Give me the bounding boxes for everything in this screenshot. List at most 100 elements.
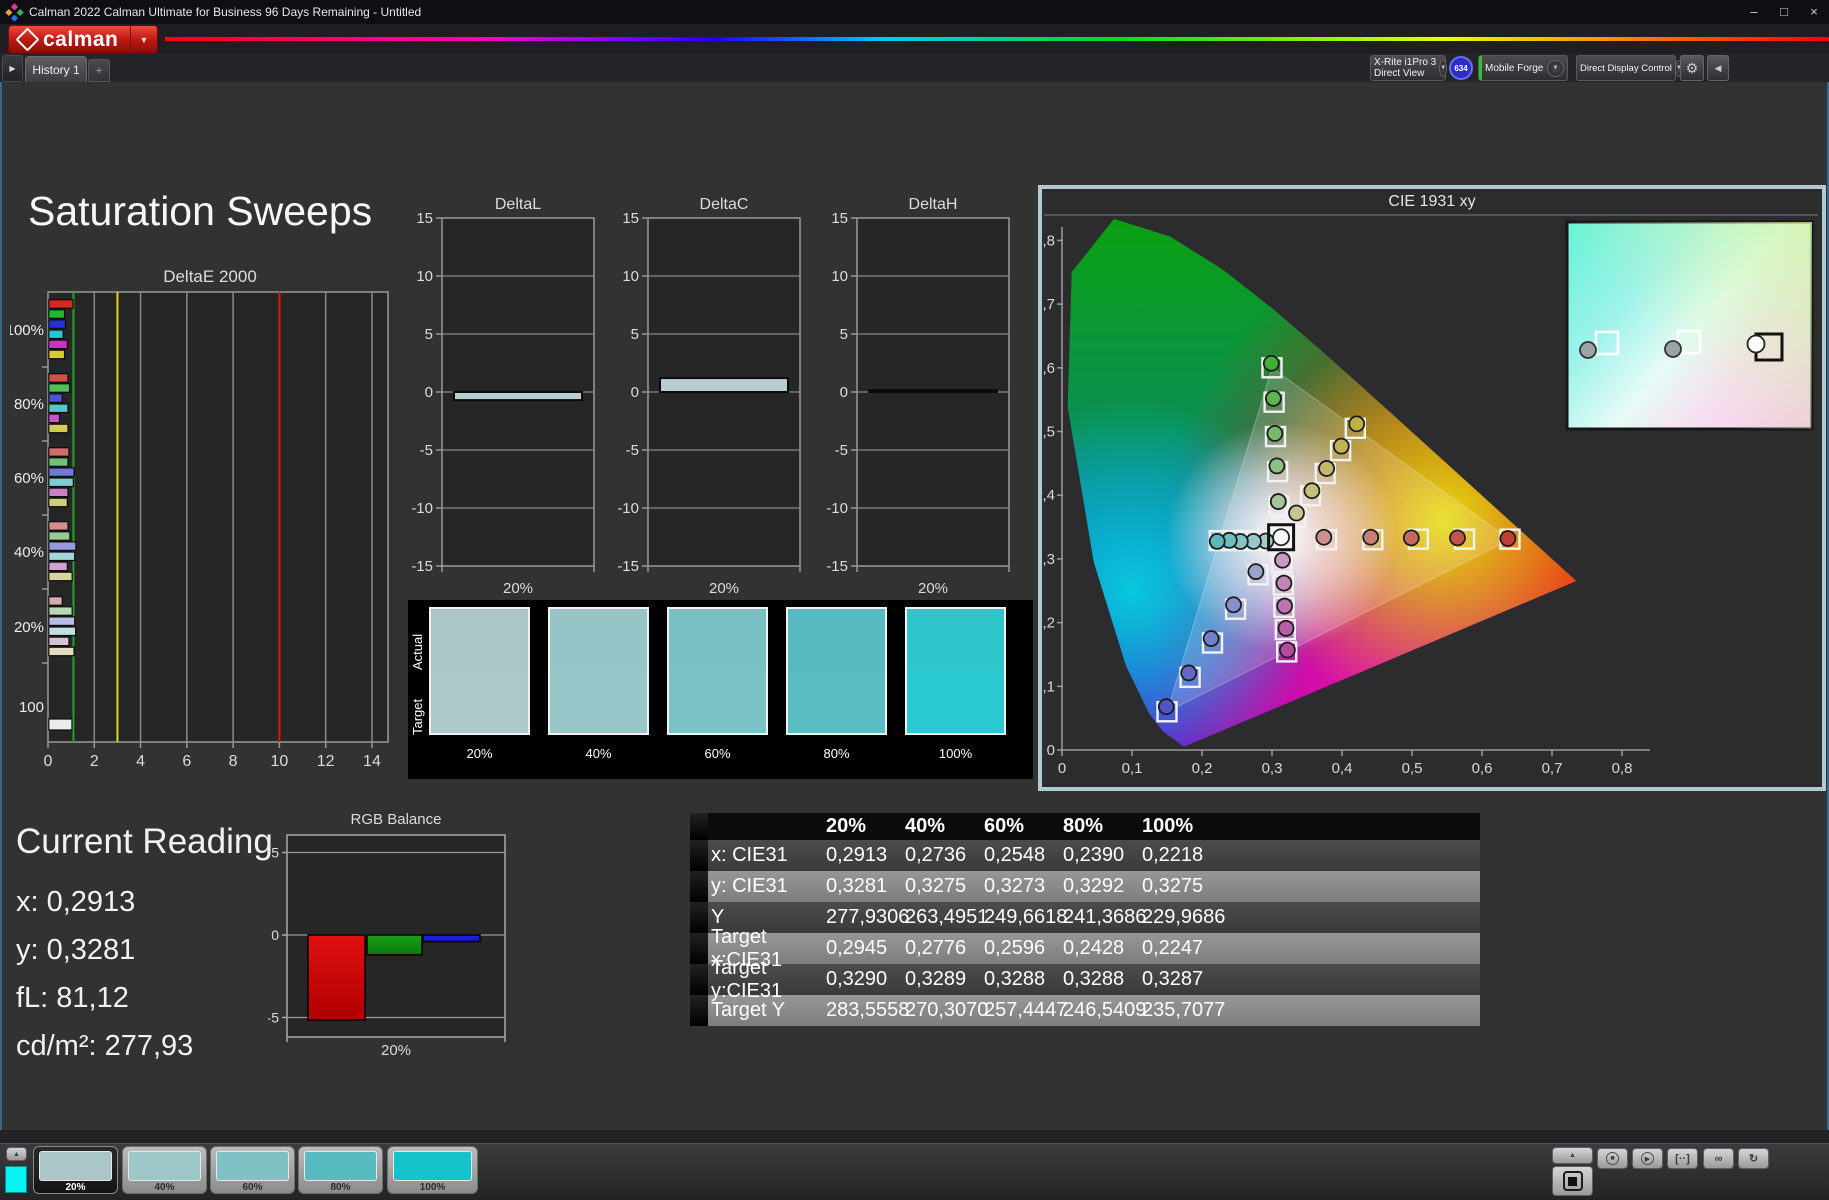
svg-text:0,7: 0,7	[1542, 760, 1563, 777]
reading-fl: fL: 81,12	[16, 982, 273, 1015]
chevron-left-icon: ◀	[1715, 63, 1722, 74]
table-cell: 246,5409	[1063, 999, 1142, 1022]
close-button[interactable]: ×	[1799, 2, 1829, 22]
svg-text:10: 10	[416, 268, 433, 285]
up-arrow-icon: ▲	[1569, 1152, 1576, 1159]
tab-bar: ▶ History 1 + X-Rite i1Pro 3 Direct View…	[0, 53, 1829, 82]
play-button[interactable]: ▶	[1632, 1148, 1663, 1169]
patch-button-100%[interactable]: 100%	[387, 1146, 478, 1194]
table-cell: 0,3287	[1142, 968, 1221, 991]
stop-square-icon	[1563, 1171, 1583, 1191]
table-cell: 0,3290	[826, 968, 905, 991]
table-cell: 0,3275	[905, 875, 984, 898]
table-header-row: 20%40%60%80%100%	[690, 813, 1480, 840]
target-color	[669, 671, 766, 733]
infinity-icon: ∞	[1715, 1153, 1723, 1165]
deltae2000-chart: DeltaE 200002468101214100%80%60%40%20%10…	[10, 262, 410, 777]
add-tab-button[interactable]: +	[88, 59, 110, 82]
svg-text:60%: 60%	[14, 470, 44, 487]
swatch-percent-label: 20%	[429, 746, 530, 761]
patch-button-60%[interactable]: 60%	[210, 1146, 295, 1194]
actual-row-label: Actual	[410, 634, 425, 670]
patch-button-80%[interactable]: 80%	[298, 1146, 383, 1194]
svg-text:0,5: 0,5	[1402, 760, 1423, 777]
svg-text:6: 6	[182, 753, 191, 770]
patch-label: 40%	[123, 1182, 206, 1193]
collapse-panel-button[interactable]: ◀	[1707, 55, 1729, 81]
table-cell: 0,3289	[905, 968, 984, 991]
play-icon: ▶	[1641, 1152, 1654, 1165]
table-cell: 270,3070	[905, 999, 984, 1022]
tab-history-1[interactable]: History 1	[25, 56, 87, 82]
svg-text:0,2: 0,2	[1042, 615, 1055, 632]
page-title: Saturation Sweeps	[28, 188, 372, 235]
maximize-button[interactable]: □	[1769, 2, 1799, 22]
window-title-bar: Calman 2022 Calman Ultimate for Business…	[0, 0, 1829, 24]
table-cell: 0,2390	[1063, 844, 1142, 867]
svg-text:-5: -5	[835, 442, 848, 459]
swatch-percent-label: 40%	[548, 746, 649, 761]
calman-menu-button[interactable]: calman ▼	[8, 25, 158, 54]
svg-text:0,1: 0,1	[1122, 760, 1143, 777]
refresh-button[interactable]: ↻	[1738, 1148, 1769, 1169]
patch-button-40%[interactable]: 40%	[122, 1146, 207, 1194]
table-col-header: 20%	[826, 815, 905, 838]
actual-color	[431, 609, 528, 671]
refresh-icon: ↻	[1749, 1152, 1758, 1165]
patch-swatch	[216, 1151, 289, 1181]
meter-dropdown[interactable]: X-Rite i1Pro 3 Direct View ▼	[1370, 55, 1446, 81]
current-reading-title: Current Reading	[16, 822, 273, 862]
patch-swatch	[393, 1151, 472, 1181]
svg-text:5: 5	[631, 326, 639, 343]
table-col-header: 60%	[984, 815, 1063, 838]
tab-scroll-button[interactable]: ▶	[2, 55, 23, 82]
display-control-dropdown[interactable]: Direct Display Control ▼	[1576, 55, 1676, 81]
actual-color	[907, 609, 1004, 671]
meter-count-badge[interactable]: 634	[1449, 56, 1473, 80]
target-color	[788, 671, 885, 733]
table-col-header: 40%	[905, 815, 984, 838]
read-continuous-button[interactable]	[1552, 1166, 1593, 1196]
svg-text:-10: -10	[411, 500, 433, 517]
stop-button[interactable]: ■	[1597, 1148, 1628, 1169]
calman-menu-chevron-icon: ▼	[130, 26, 157, 53]
reading-y: y: 0,3281	[16, 934, 273, 967]
expand-controls-button[interactable]: ▲	[1552, 1147, 1593, 1164]
svg-text:0: 0	[631, 384, 639, 401]
deltac-chart: DeltaC151050-5-10-1520%	[604, 193, 816, 603]
marker-button[interactable]: [··]	[1667, 1148, 1698, 1169]
calman-menu-label: calman	[43, 28, 118, 52]
calman-app-window: Calman 2022 Calman Ultimate for Business…	[0, 0, 1829, 1200]
table-cell: 0,3273	[984, 875, 1063, 898]
table-cell: 0,2247	[1142, 937, 1221, 960]
minimize-button[interactable]: –	[1739, 2, 1769, 22]
patch-button-20%[interactable]: 20%	[33, 1146, 118, 1194]
table-cell: 0,2428	[1063, 937, 1142, 960]
expand-strip-button[interactable]: ▲	[6, 1147, 27, 1161]
calman-app-icon	[5, 3, 23, 21]
svg-text:20%: 20%	[503, 580, 533, 597]
svg-text:20%: 20%	[918, 580, 948, 597]
svg-text:10: 10	[622, 268, 639, 285]
svg-text:100%: 100%	[10, 322, 44, 339]
bottom-toolbar: ▲ 20%40%60%80%100% ▲ ■▶[··]∞↻ « Back Nex…	[0, 1143, 1829, 1200]
svg-text:0: 0	[1058, 760, 1066, 777]
svg-text:15: 15	[831, 210, 848, 227]
table-cell: 0,3281	[826, 875, 905, 898]
svg-text:0: 0	[425, 384, 433, 401]
infinity-button[interactable]: ∞	[1703, 1148, 1734, 1169]
svg-text:4: 4	[136, 753, 145, 770]
table-row-label: Target Y	[708, 999, 826, 1022]
svg-text:-15: -15	[617, 558, 639, 575]
table-row: x: CIE310,29130,27360,25480,23900,2218	[690, 840, 1480, 871]
up-arrow-icon: ▲	[13, 1151, 20, 1158]
svg-text:0: 0	[1047, 742, 1055, 759]
app-menu-bar: calman ▼	[0, 24, 1829, 53]
source-dropdown[interactable]: Mobile Forge ▼	[1478, 55, 1568, 81]
settings-gear-button[interactable]: ⚙	[1680, 55, 1704, 81]
table-cell: 263,4951	[905, 906, 984, 929]
svg-text:-15: -15	[411, 558, 433, 575]
table-cell: 0,2913	[826, 844, 905, 867]
table-row-label: y: CIE31	[708, 875, 826, 898]
reading-cdm2: cd/m²: 277,93	[16, 1030, 273, 1063]
